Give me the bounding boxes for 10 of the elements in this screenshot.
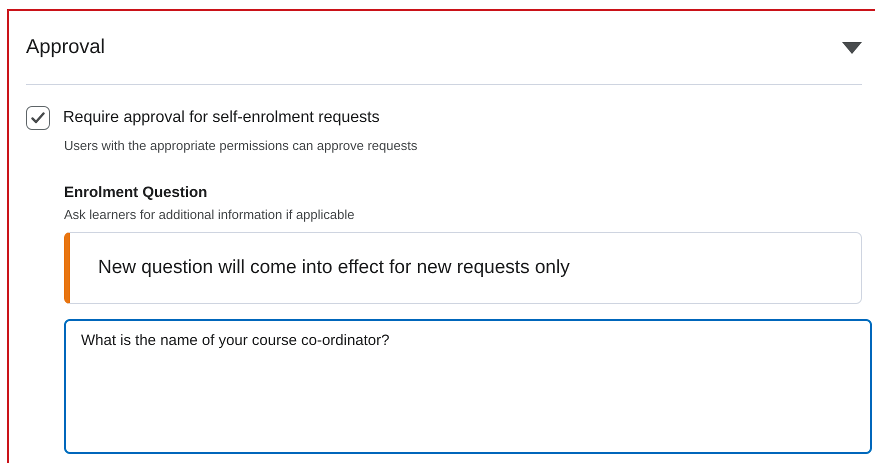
- alert-text: New question will come into effect for new requests only: [98, 257, 570, 279]
- help-text: Ask learners for additional information if applicable: [64, 207, 356, 222]
- section-title: Approval: [26, 36, 105, 59]
- caret-icon[interactable]: [842, 42, 862, 54]
- checkbox[interactable]: [26, 106, 50, 130]
- checkbox-label: Require approval for self-enrolment requests: [63, 109, 380, 127]
- question-field[interactable]: What is the name of your course co-ordinator?: [64, 319, 872, 454]
- check-icon: [31, 112, 45, 124]
- help-text: Users with the appropriate permissions can approve requests: [64, 138, 418, 153]
- field-heading: Enrolment Question: [64, 184, 208, 201]
